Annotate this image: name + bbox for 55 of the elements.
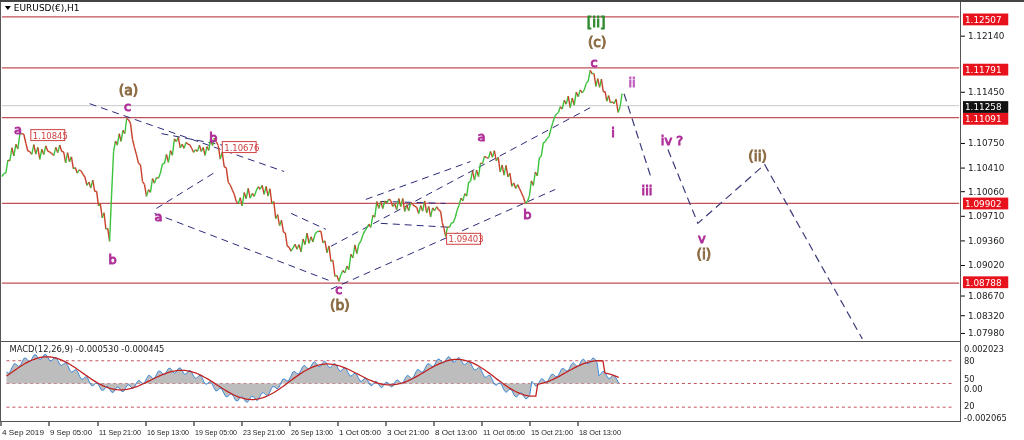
wave-label: (i)	[696, 246, 712, 263]
price-level-tag: 1.11258	[962, 101, 1009, 113]
time-axis-label: 3 Oct 21:00	[387, 428, 429, 437]
wave-label: (c)	[587, 33, 607, 50]
price-axis-label: 1.09020	[967, 260, 1005, 271]
wave-label: a	[477, 128, 486, 144]
wave-label: (ii)	[748, 147, 767, 164]
wave-label: c	[124, 98, 132, 114]
price-axis-label: 1.10060	[967, 186, 1005, 197]
price-axis-label: 1.10750	[967, 138, 1005, 149]
price-axis-label: 1.09710	[967, 211, 1005, 222]
price-axis-label: 1.12140	[967, 31, 1005, 42]
macd-axis-label: -0.002065	[963, 413, 1007, 422]
time-axis-label: 9 Sep 05:00	[50, 428, 94, 437]
macd-title: MACD(12,26,9) -0.000530 -0.000445	[9, 343, 165, 354]
price-level-tag: 1.09902	[962, 197, 1009, 210]
price-level-tag: 1.08788	[962, 276, 1009, 289]
wave-label: c	[335, 282, 343, 298]
time-axis-label: 16 Sep 13:00	[147, 428, 195, 437]
time-axis-label: 11 Oct 05:00	[483, 428, 529, 437]
wave-label: i	[611, 124, 615, 140]
time-axis-label: 1 Oct 05:00	[339, 428, 381, 437]
macd-axis-label: 0.00	[963, 383, 983, 394]
wave-label: c	[590, 54, 598, 70]
wave-label: (a)	[118, 81, 139, 98]
price-level-tag: 1.12507	[962, 13, 1009, 26]
wave-label: ii	[628, 74, 636, 90]
time-axis-label: 26 Sep 13:00	[291, 428, 339, 437]
time-axis-label: 4 Sep 2019	[2, 428, 43, 437]
price-axis-label: 1.07980	[967, 328, 1005, 339]
time-axis-label: 19 Sep 05:00	[195, 428, 243, 437]
macd-axis-label: 80	[963, 356, 975, 367]
wave-label: a	[13, 121, 22, 137]
price-axis-label: 1.10410	[967, 163, 1005, 173]
wave-label: b	[108, 252, 117, 268]
time-axis-label: 23 Sep 21:00	[243, 428, 291, 437]
time-axis-label: 11 Sep 21:00	[99, 428, 146, 437]
macd-axis-label: 0.002023	[963, 344, 1004, 355]
macd-axis-label: 50	[963, 374, 975, 384]
time-axis-label: 15 Oct 21:00	[531, 428, 577, 437]
symbol-title[interactable]: EURUSD(€),H1	[4, 2, 80, 13]
time-axis-label: 18 Oct 13:00	[579, 428, 625, 437]
wave-label: (b)	[330, 297, 350, 314]
wave-label: [ii]	[586, 13, 606, 30]
time-axis-label: 8 Oct 13:00	[435, 428, 477, 437]
price-axis-label: 1.09360	[967, 235, 1005, 246]
price-axis-label: 1.11450	[967, 87, 1005, 98]
macd-axis-label: 20	[963, 400, 975, 411]
price-axis-label: 1.08670	[967, 291, 1005, 301]
wave-label: v	[698, 231, 706, 247]
wave-label: iv ?	[660, 132, 684, 148]
price-level-tag: 1.11791	[962, 63, 1009, 76]
wave-label: iii	[641, 183, 653, 199]
wave-label: b	[523, 207, 532, 223]
price-axis-label: 1.08320	[967, 310, 1005, 321]
